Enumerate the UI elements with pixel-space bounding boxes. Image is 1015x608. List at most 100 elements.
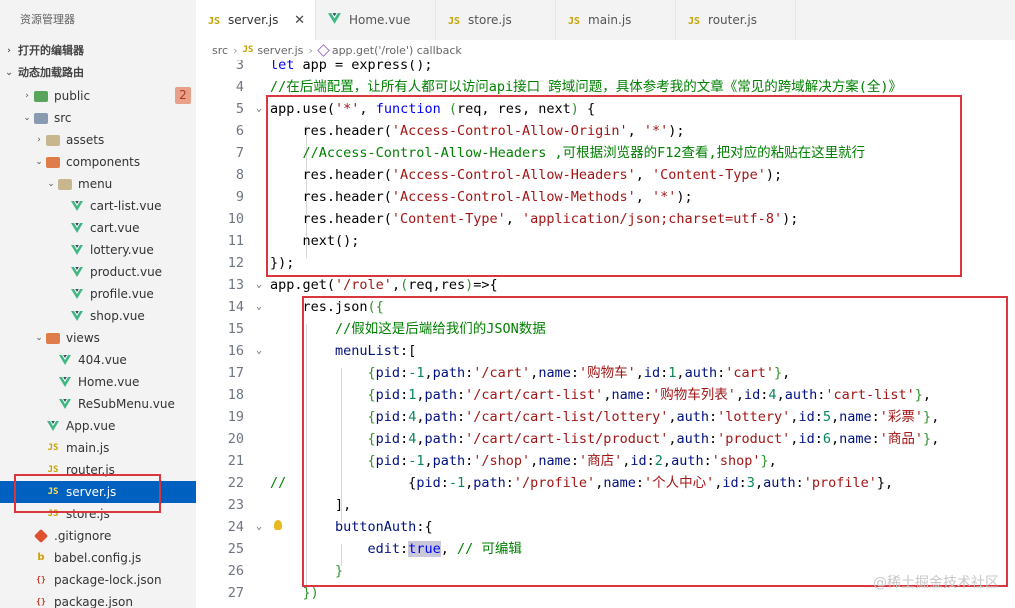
code-token: app.get( xyxy=(270,277,336,293)
vue-icon xyxy=(58,354,72,366)
breadcrumb-symbol[interactable]: app.get('/role') callback xyxy=(332,44,462,57)
section-label: 动态加载路由 xyxy=(18,66,84,79)
line-number: 15 xyxy=(227,321,244,337)
tab-home-vue[interactable]: Home.vue xyxy=(316,0,436,40)
code-token: ( xyxy=(400,277,409,293)
tree-item-babel-config-js[interactable]: b babel.config.js xyxy=(0,547,196,569)
js-icon: JS xyxy=(242,45,254,55)
tree-item-cart-vue[interactable]: cart.vue xyxy=(0,217,196,239)
tree-item-resubmenu-vue[interactable]: ReSubMenu.vue xyxy=(0,393,196,415)
line-number: 6 xyxy=(235,123,244,139)
tree-item-label: babel.config.js xyxy=(54,551,142,565)
tab-store-js[interactable]: JS store.js xyxy=(436,0,556,40)
section-open-editors[interactable]: › 打开的编辑器 xyxy=(0,40,196,62)
vue-icon xyxy=(328,12,341,28)
chevron-right-icon: › xyxy=(37,135,41,145)
code-line[interactable]: 3 let app = express(); xyxy=(196,60,1015,76)
tree-item-lottery-vue[interactable]: lottery.vue xyxy=(0,239,196,261)
tree-item-package-lock-json[interactable]: {} package-lock.json xyxy=(0,569,196,591)
vue-icon xyxy=(46,420,60,432)
chevron-down-icon: ⌄ xyxy=(5,68,13,78)
tree-item-label: product.vue xyxy=(90,265,163,279)
method-icon xyxy=(317,43,330,57)
problem-count-badge: 2 xyxy=(175,87,191,104)
tree-item-components[interactable]: ⌄ components xyxy=(0,151,196,173)
tree-item-label: App.vue xyxy=(66,419,116,433)
chevron-down-icon: ⌄ xyxy=(47,179,55,189)
tree-item-label: cart.vue xyxy=(90,221,140,235)
tab-router-js[interactable]: JS router.js xyxy=(676,0,796,40)
explorer-sidebar: 资源管理器 › 打开的编辑器 ⌄ 动态加载路由 › public 2 ⌄ src › ass… xyxy=(0,0,196,608)
line-number: 13 xyxy=(227,277,244,293)
tab-label: main.js xyxy=(588,13,632,27)
tree-item-shop-vue[interactable]: shop.vue xyxy=(0,305,196,327)
json-icon: {} xyxy=(36,597,46,606)
tree-item-gitignore[interactable]: .gitignore xyxy=(0,525,196,547)
tree-item-product-vue[interactable]: product.vue xyxy=(0,261,196,283)
tab-label: Home.vue xyxy=(349,13,411,27)
breadcrumb-file[interactable]: server.js xyxy=(257,44,303,57)
code-token: req,res xyxy=(408,277,466,293)
tree-item-label: shop.vue xyxy=(90,309,145,323)
line-number: 12 xyxy=(227,255,244,271)
line-number: 10 xyxy=(227,211,244,227)
tree-item-src[interactable]: ⌄ src xyxy=(0,107,196,129)
tab-server-js[interactable]: JS server.js ✕ xyxy=(196,0,316,40)
highlight-server-js-file xyxy=(14,474,161,513)
line-number: 18 xyxy=(227,387,244,403)
code-token: =>{ xyxy=(473,277,498,293)
tree-item-label: 404.vue xyxy=(78,353,127,367)
vue-icon xyxy=(70,244,84,256)
tree-item-404-vue[interactable]: 404.vue xyxy=(0,349,196,371)
git-icon xyxy=(33,528,49,544)
folder-icon xyxy=(34,112,48,124)
fold-chevron-icon[interactable]: ⌄ xyxy=(252,98,266,120)
tree-item-home-vue[interactable]: Home.vue xyxy=(0,371,196,393)
vue-icon xyxy=(58,398,72,410)
line-number: 24 xyxy=(227,519,244,535)
file-tree: › public 2 ⌄ src › assets ⌄ components ⌄ menu cart-… xyxy=(0,85,196,608)
section-project[interactable]: ⌄ 动态加载路由 xyxy=(0,62,196,84)
chevron-down-icon: ⌄ xyxy=(35,157,43,167)
code-token: // xyxy=(270,475,287,491)
chevron-down-icon: ⌄ xyxy=(23,113,31,123)
tab-main-js[interactable]: JS main.js xyxy=(556,0,676,40)
line-number: 27 xyxy=(227,585,244,601)
fold-chevron-icon[interactable]: ⌄ xyxy=(252,274,266,296)
code-text: let app = express(); xyxy=(270,60,433,76)
vue-icon xyxy=(70,222,84,234)
close-icon[interactable]: ✕ xyxy=(294,13,305,28)
tree-item-menu[interactable]: ⌄ menu xyxy=(0,173,196,195)
vue-icon xyxy=(70,288,84,300)
vue-icon xyxy=(70,200,84,212)
code-line[interactable]: 13 ⌄ app.get('/role',(req,res)=>{ xyxy=(196,274,1015,296)
line-number: 20 xyxy=(227,431,244,447)
breadcrumb-folder[interactable]: src xyxy=(212,44,228,57)
line-number: 7 xyxy=(235,145,244,161)
breadcrumb: src › JS server.js › app.get('/role') ca… xyxy=(196,40,1015,60)
explorer-title: 资源管理器 xyxy=(20,13,75,26)
tree-item-app-vue[interactable]: App.vue xyxy=(0,415,196,437)
tree-item-package-json[interactable]: {} package.json xyxy=(0,591,196,608)
fold-chevron-icon[interactable]: ⌄ xyxy=(252,296,266,318)
fold-chevron-icon[interactable]: ⌄ xyxy=(252,516,266,538)
line-number: 25 xyxy=(227,541,244,557)
tree-item-main-js[interactable]: JS main.js xyxy=(0,437,196,459)
js-icon: JS xyxy=(568,16,581,27)
chevron-right-icon: › xyxy=(7,46,11,56)
tree-item-label: views xyxy=(66,331,100,345)
chevron-right-icon: › xyxy=(233,43,238,57)
vue-icon xyxy=(70,266,84,278)
tree-item-profile-vue[interactable]: profile.vue xyxy=(0,283,196,305)
tree-item-views[interactable]: ⌄ views xyxy=(0,327,196,349)
tree-item-cart-list-vue[interactable]: cart-list.vue xyxy=(0,195,196,217)
editor-tab-bar: JS server.js ✕ Home.vue JS store.js JS main.js J… xyxy=(196,0,1015,40)
code-token: //在后端配置，让所有人都可以访问api接口 跨域问题，具体参考我的文章《常见的… xyxy=(270,79,903,95)
fold-chevron-icon[interactable]: ⌄ xyxy=(252,340,266,362)
tree-item-assets[interactable]: › assets xyxy=(0,129,196,151)
code-token: }) xyxy=(270,585,319,601)
babel-icon: b xyxy=(37,552,45,563)
line-number: 14 xyxy=(227,299,244,315)
tree-item-public[interactable]: › public 2 xyxy=(0,85,196,107)
folder-icon xyxy=(34,90,48,102)
